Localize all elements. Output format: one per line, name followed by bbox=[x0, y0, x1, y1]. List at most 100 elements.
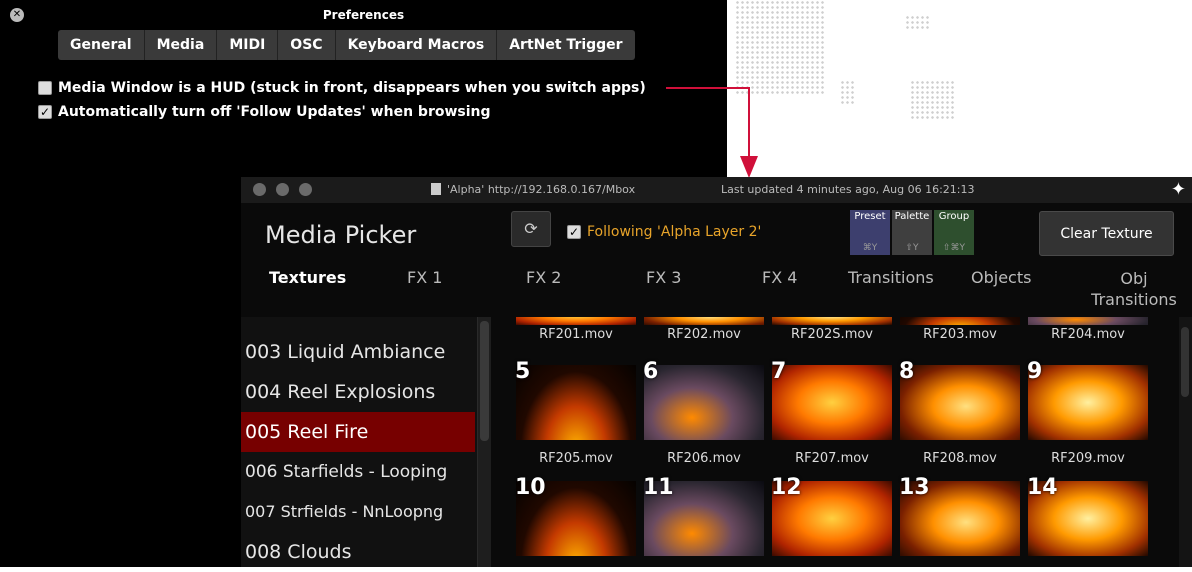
tab-fx3[interactable]: FX 3 bbox=[646, 268, 681, 287]
thumbnail-cell[interactable]: 12 bbox=[769, 475, 895, 567]
file-name: RF204.mov bbox=[1051, 327, 1125, 342]
tab-keyboard-macros[interactable]: Keyboard Macros bbox=[336, 30, 498, 60]
following-checkbox[interactable]: ✓ bbox=[567, 225, 581, 239]
grid-scrollbar[interactable] bbox=[1179, 317, 1192, 567]
thumbnail-image bbox=[772, 317, 892, 325]
thumbnail-cell[interactable]: 7 RF207.mov bbox=[769, 359, 895, 475]
pin-icon[interactable]: ✦ bbox=[1171, 179, 1186, 200]
thumbnail-cell[interactable]: 13 bbox=[897, 475, 1023, 567]
list-item-selected[interactable]: 005 Reel Fire bbox=[241, 412, 475, 452]
thumbnail-cell[interactable]: RF203.mov bbox=[897, 317, 1023, 352]
page-title: Media Picker bbox=[265, 221, 417, 249]
file-name: RF202.mov bbox=[667, 327, 741, 342]
scroll-thumb[interactable] bbox=[1181, 327, 1189, 397]
clear-texture-button[interactable]: Clear Texture bbox=[1039, 211, 1174, 256]
titlebar: 'Alpha' http://192.168.0.167/Mbox Last u… bbox=[241, 177, 1192, 203]
refresh-icon: ⟳ bbox=[524, 219, 538, 238]
world-map-dots bbox=[910, 80, 955, 120]
tab-osc[interactable]: OSC bbox=[278, 30, 336, 60]
list-item[interactable]: 008 Clouds bbox=[241, 532, 475, 572]
thumbnail-image bbox=[644, 317, 764, 325]
group-button[interactable]: Group ⇧⌘Y bbox=[934, 210, 974, 255]
list-item[interactable]: 004 Reel Explosions bbox=[241, 372, 475, 412]
clip-number: 14 bbox=[1027, 475, 1058, 500]
file-name: RF205.mov bbox=[539, 451, 613, 466]
hud-option[interactable]: Media Window is a HUD (stuck in front, d… bbox=[38, 80, 646, 96]
hud-option-label: Media Window is a HUD (stuck in front, d… bbox=[58, 80, 646, 96]
following-toggle[interactable]: ✓ Following 'Alpha Layer 2' bbox=[567, 224, 761, 240]
clip-number: 10 bbox=[515, 475, 546, 500]
tab-artnet-trigger[interactable]: ArtNet Trigger bbox=[497, 30, 634, 60]
close-traffic-light[interactable] bbox=[253, 183, 266, 196]
list-item[interactable]: 006 Starfields - Looping bbox=[241, 452, 475, 492]
thumbnail-cell[interactable]: 11 bbox=[641, 475, 767, 567]
tab-fx4[interactable]: FX 4 bbox=[762, 268, 797, 287]
preset-button[interactable]: Preset ⌘Y bbox=[850, 210, 890, 255]
folder-list: 003 Liquid Ambiance 004 Reel Explosions … bbox=[241, 317, 491, 567]
preset-label: Preset bbox=[854, 211, 886, 222]
tab-fx2[interactable]: FX 2 bbox=[526, 268, 561, 287]
file-name: RF206.mov bbox=[667, 451, 741, 466]
thumbnail-image bbox=[900, 317, 1020, 325]
world-map-dots bbox=[905, 15, 930, 30]
thumbnail-image bbox=[516, 317, 636, 325]
file-name: RF209.mov bbox=[1051, 451, 1125, 466]
list-item[interactable]: 007 Strfields - NnLoopng bbox=[241, 492, 475, 532]
file-name: RF207.mov bbox=[795, 451, 869, 466]
tab-obj-transitions[interactable]: Obj Transitions bbox=[1079, 268, 1189, 310]
hud-checkbox[interactable] bbox=[38, 81, 52, 95]
clip-number: 6 bbox=[643, 359, 659, 384]
clip-number: 13 bbox=[899, 475, 930, 500]
thumbnail-cell[interactable]: 5 RF205.mov bbox=[513, 359, 639, 475]
clip-number: 5 bbox=[515, 359, 531, 384]
source-url-text: 'Alpha' http://192.168.0.167/Mbox bbox=[447, 183, 636, 196]
world-map-dots bbox=[840, 80, 855, 105]
minimize-traffic-light[interactable] bbox=[276, 183, 289, 196]
tab-objects[interactable]: Objects bbox=[971, 268, 1031, 287]
clip-number: 9 bbox=[1027, 359, 1043, 384]
folder-list-scrollbar[interactable] bbox=[477, 317, 491, 567]
tab-general[interactable]: General bbox=[58, 30, 145, 60]
palette-shortcut: ⇧Y bbox=[905, 243, 919, 253]
tab-media[interactable]: Media bbox=[145, 30, 218, 60]
thumbnail-image bbox=[1028, 365, 1148, 440]
thumbnail-image bbox=[516, 365, 636, 440]
thumbnail-image bbox=[900, 365, 1020, 440]
thumbnail-cell[interactable]: RF204.mov bbox=[1025, 317, 1151, 352]
group-shortcut: ⇧⌘Y bbox=[942, 243, 966, 253]
file-name: RF208.mov bbox=[923, 451, 997, 466]
scroll-thumb[interactable] bbox=[480, 321, 489, 441]
thumbnail-cell[interactable]: 6 RF206.mov bbox=[641, 359, 767, 475]
follow-updates-option[interactable]: ✓ Automatically turn off 'Follow Updates… bbox=[38, 104, 491, 120]
clip-number: 7 bbox=[771, 359, 787, 384]
thumbnail-cell[interactable]: 10 bbox=[513, 475, 639, 567]
thumbnail-cell[interactable]: RF201.mov bbox=[513, 317, 639, 352]
clip-number: 11 bbox=[643, 475, 674, 500]
tab-textures[interactable]: Textures bbox=[269, 268, 346, 287]
thumbnail-cell[interactable]: RF202S.mov bbox=[769, 317, 895, 352]
refresh-button[interactable]: ⟳ bbox=[511, 211, 551, 247]
follow-updates-checkbox[interactable]: ✓ bbox=[38, 105, 52, 119]
window-title: Preferences bbox=[322, 8, 405, 22]
preferences-tab-bar: General Media MIDI OSC Keyboard Macros A… bbox=[58, 30, 635, 60]
thumbnail-cell[interactable]: 9 RF209.mov bbox=[1025, 359, 1151, 475]
last-updated: Last updated 4 minutes ago, Aug 06 16:21… bbox=[721, 183, 975, 196]
follow-updates-option-label: Automatically turn off 'Follow Updates' … bbox=[58, 104, 491, 120]
tab-fx1[interactable]: FX 1 bbox=[407, 268, 442, 287]
source-url: 'Alpha' http://192.168.0.167/Mbox bbox=[431, 183, 635, 196]
tab-midi[interactable]: MIDI bbox=[217, 30, 279, 60]
tab-transitions[interactable]: Transitions bbox=[848, 268, 934, 287]
thumbnail-image bbox=[772, 365, 892, 440]
palette-button[interactable]: Palette ⇧Y bbox=[892, 210, 932, 255]
thumbnail-cell[interactable]: 14 bbox=[1025, 475, 1151, 567]
thumbnail-cell[interactable]: RF202.mov bbox=[641, 317, 767, 352]
world-map-dots bbox=[735, 0, 825, 95]
file-name: RF202S.mov bbox=[790, 327, 874, 342]
media-picker-window: 'Alpha' http://192.168.0.167/Mbox Last u… bbox=[241, 177, 1192, 567]
list-item[interactable]: 003 Liquid Ambiance bbox=[241, 332, 475, 372]
thumbnail-cell[interactable]: 8 RF208.mov bbox=[897, 359, 1023, 475]
zoom-traffic-light[interactable] bbox=[299, 183, 312, 196]
thumbnail-image bbox=[644, 365, 764, 440]
clip-number: 12 bbox=[771, 475, 802, 500]
preset-shortcut: ⌘Y bbox=[862, 243, 878, 253]
